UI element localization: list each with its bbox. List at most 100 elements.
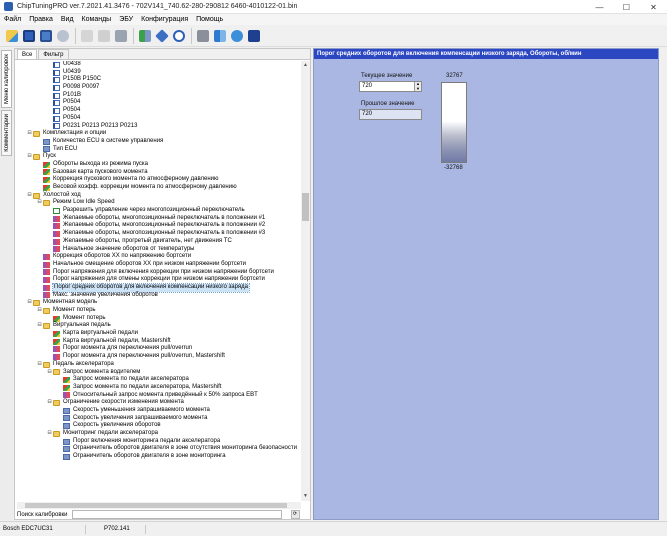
tree-item[interactable]: Скорость уменьшения запрашиваемого момен…	[17, 407, 303, 415]
current-value-spinner[interactable]: ▲ ▼	[414, 81, 421, 91]
compare-icon[interactable]	[212, 28, 228, 44]
tree-item[interactable]: P0098 P0097	[17, 84, 303, 92]
tree-item[interactable]: Запрос момента по педали акселератора	[17, 376, 303, 384]
menu-commands[interactable]: Команды	[78, 14, 116, 25]
tree-item[interactable]: Начальное значение оборотов от температу…	[17, 246, 303, 254]
tree-item[interactable]: Карта виртуальной педали, Mastershift	[17, 338, 303, 346]
tree-item[interactable]: ⊟ Запрос момента водителем	[17, 369, 303, 377]
collapse-icon[interactable]: ⊟	[27, 130, 32, 138]
tree-item[interactable]: ⊟ Виртуальная педаль	[17, 322, 303, 330]
tree-item[interactable]: Базовая карта пускового момента	[17, 169, 303, 177]
tree-item[interactable]: Обороты выхода из режима пуска	[17, 161, 303, 169]
globe-icon[interactable]	[229, 28, 245, 44]
collapse-icon[interactable]: ⊟	[27, 299, 32, 307]
tree-item[interactable]: Ограничитель оборотов двигателя в зоне м…	[17, 453, 303, 461]
tree-item[interactable]: P150B P150C	[17, 76, 303, 84]
side-tab-comments[interactable]: Комментарии	[1, 110, 12, 156]
tree-item[interactable]: ⊟ Ограничение скорости изменения момента	[17, 399, 303, 407]
tree-item[interactable]: Порог момента для переключения pull/over…	[17, 353, 303, 361]
tree-item[interactable]: Начальное смещение оборотов ХХ при низко…	[17, 261, 303, 269]
tree-item[interactable]: ⊟ Мониторинг педали акселератора	[17, 430, 303, 438]
maximize-button[interactable]: ☐	[613, 0, 640, 14]
hscrollbar-thumb[interactable]	[25, 503, 287, 508]
scroll-down-arrow-icon[interactable]: ▼	[301, 492, 310, 501]
menu-edit[interactable]: Правка	[25, 14, 57, 25]
collapse-icon[interactable]: ⊟	[37, 307, 42, 315]
scrollbar-thumb[interactable]	[302, 193, 309, 221]
tree-item[interactable]: ⊟ Режим Low Idle Speed	[17, 199, 303, 207]
tree-item[interactable]: Относительный запрос момента приведённый…	[17, 392, 303, 400]
tree-item[interactable]: P0504	[17, 107, 303, 115]
tree-item[interactable]: Порог средних оборотов для включения ком…	[17, 282, 303, 293]
tree-item[interactable]: Карта виртуальной педали	[17, 330, 303, 338]
tree-item[interactable]: Коррекция пускового момента по атмосферн…	[17, 176, 303, 184]
close-button[interactable]: ✕	[640, 0, 667, 14]
tree-item[interactable]: Количество ECU в системе управления	[17, 138, 303, 146]
tree-item[interactable]: Скорость увеличения оборотов	[17, 422, 303, 430]
tree-item[interactable]: ⊟ Момент потерь	[17, 307, 303, 315]
tree-item[interactable]: P0504	[17, 115, 303, 123]
tree-horizontal-scrollbar[interactable]	[17, 502, 301, 509]
collapse-icon[interactable]: ⊟	[47, 430, 52, 438]
tree-item[interactable]: Макс. значение увеличения оборотов	[17, 292, 303, 300]
undo-icon[interactable]	[55, 28, 71, 44]
tree-item[interactable]: Весовой коэфф. коррекции момента по атмо…	[17, 184, 303, 192]
tree-item[interactable]: Порог включения мониторинга педали аксел…	[17, 438, 303, 446]
tree-item[interactable]: P0231 P0213 P0213 P0213	[17, 123, 303, 131]
search-icon[interactable]	[171, 28, 187, 44]
tree-item[interactable]: Коррекция оборотов ХХ по напряжению борт…	[17, 253, 303, 261]
tree-item[interactable]: Порог напряжения для включения коррекции…	[17, 269, 303, 277]
help-icon[interactable]	[246, 28, 262, 44]
tree-item[interactable]: Запрос момента по педали акселератора, M…	[17, 384, 303, 392]
checksum-icon[interactable]	[137, 28, 153, 44]
tree-item[interactable]: ⊟ Моментная модель	[17, 299, 303, 307]
open-file-icon[interactable]	[4, 28, 20, 44]
tree-item[interactable]: ⊟ Комплектация и опции	[17, 130, 303, 138]
calculator-icon[interactable]	[113, 28, 129, 44]
menu-help[interactable]: Помощь	[192, 14, 227, 25]
collapse-icon[interactable]: ⊟	[47, 369, 52, 377]
tree-item[interactable]: Ограничитель оборотов двигателя в зоне о…	[17, 445, 303, 453]
current-value-field[interactable]: 720	[359, 81, 422, 92]
tree-item[interactable]: ⊟ Холостой ход	[17, 192, 303, 200]
collapse-icon[interactable]: ⊟	[27, 192, 32, 200]
tree-item[interactable]: Разрешить управление через многопозицион…	[17, 207, 303, 215]
collapse-icon[interactable]: ⊟	[37, 361, 42, 369]
tab-filter[interactable]: Фильтр	[38, 49, 69, 59]
paste-icon[interactable]	[96, 28, 112, 44]
tree-vertical-scrollbar[interactable]: ▲ ▼	[301, 61, 310, 501]
tree-item[interactable]: Желаемые обороты, прогретый двигатель, н…	[17, 238, 303, 246]
tree-item[interactable]: Порог напряжения для отмены коррекции пр…	[17, 276, 303, 284]
diamond-icon[interactable]	[154, 28, 170, 44]
save-as-icon[interactable]	[38, 28, 54, 44]
tree-item[interactable]: U0439	[17, 69, 303, 77]
search-clear-icon[interactable]: ⟳	[290, 510, 300, 519]
tab-all[interactable]: Все	[17, 49, 38, 59]
save-icon[interactable]	[21, 28, 37, 44]
tree-item[interactable]: P0504	[17, 99, 303, 107]
minimize-button[interactable]: —	[586, 0, 613, 14]
menu-ecu[interactable]: ЭБУ	[115, 14, 137, 25]
collapse-icon[interactable]: ⊟	[37, 322, 42, 330]
tree-item[interactable]: Момент потерь	[17, 315, 303, 323]
tree-item[interactable]: Тип ECU	[17, 146, 303, 154]
menu-file[interactable]: Файл	[0, 14, 25, 25]
menu-view[interactable]: Вид	[57, 14, 78, 25]
tree-item[interactable]: ⊟ Педаль акселератора	[17, 361, 303, 369]
menu-configuration[interactable]: Конфигурация	[137, 14, 192, 25]
copy-icon[interactable]	[79, 28, 95, 44]
tree-item[interactable]: Желаемые обороты, многопозиционный перек…	[17, 230, 303, 238]
tree-item[interactable]: ⊟ Пуск	[17, 153, 303, 161]
tree-item[interactable]: P101B	[17, 92, 303, 100]
tools-icon[interactable]	[195, 28, 211, 44]
tree-item[interactable]: Порог момента для переключения pull/over…	[17, 345, 303, 353]
collapse-icon[interactable]: ⊟	[47, 399, 52, 407]
side-tab-calibrations[interactable]: Меню калибровок	[1, 50, 12, 108]
scroll-up-arrow-icon[interactable]: ▲	[301, 61, 310, 70]
tree-item[interactable]: U0438	[17, 61, 303, 69]
tree-item[interactable]: Скорость увеличения запрашиваемого момен…	[17, 415, 303, 423]
collapse-icon[interactable]: ⊟	[37, 199, 42, 207]
collapse-icon[interactable]: ⊟	[27, 153, 32, 161]
tree-item[interactable]: Желаемые обороты, многопозиционный перек…	[17, 222, 303, 230]
search-input[interactable]	[71, 510, 282, 519]
